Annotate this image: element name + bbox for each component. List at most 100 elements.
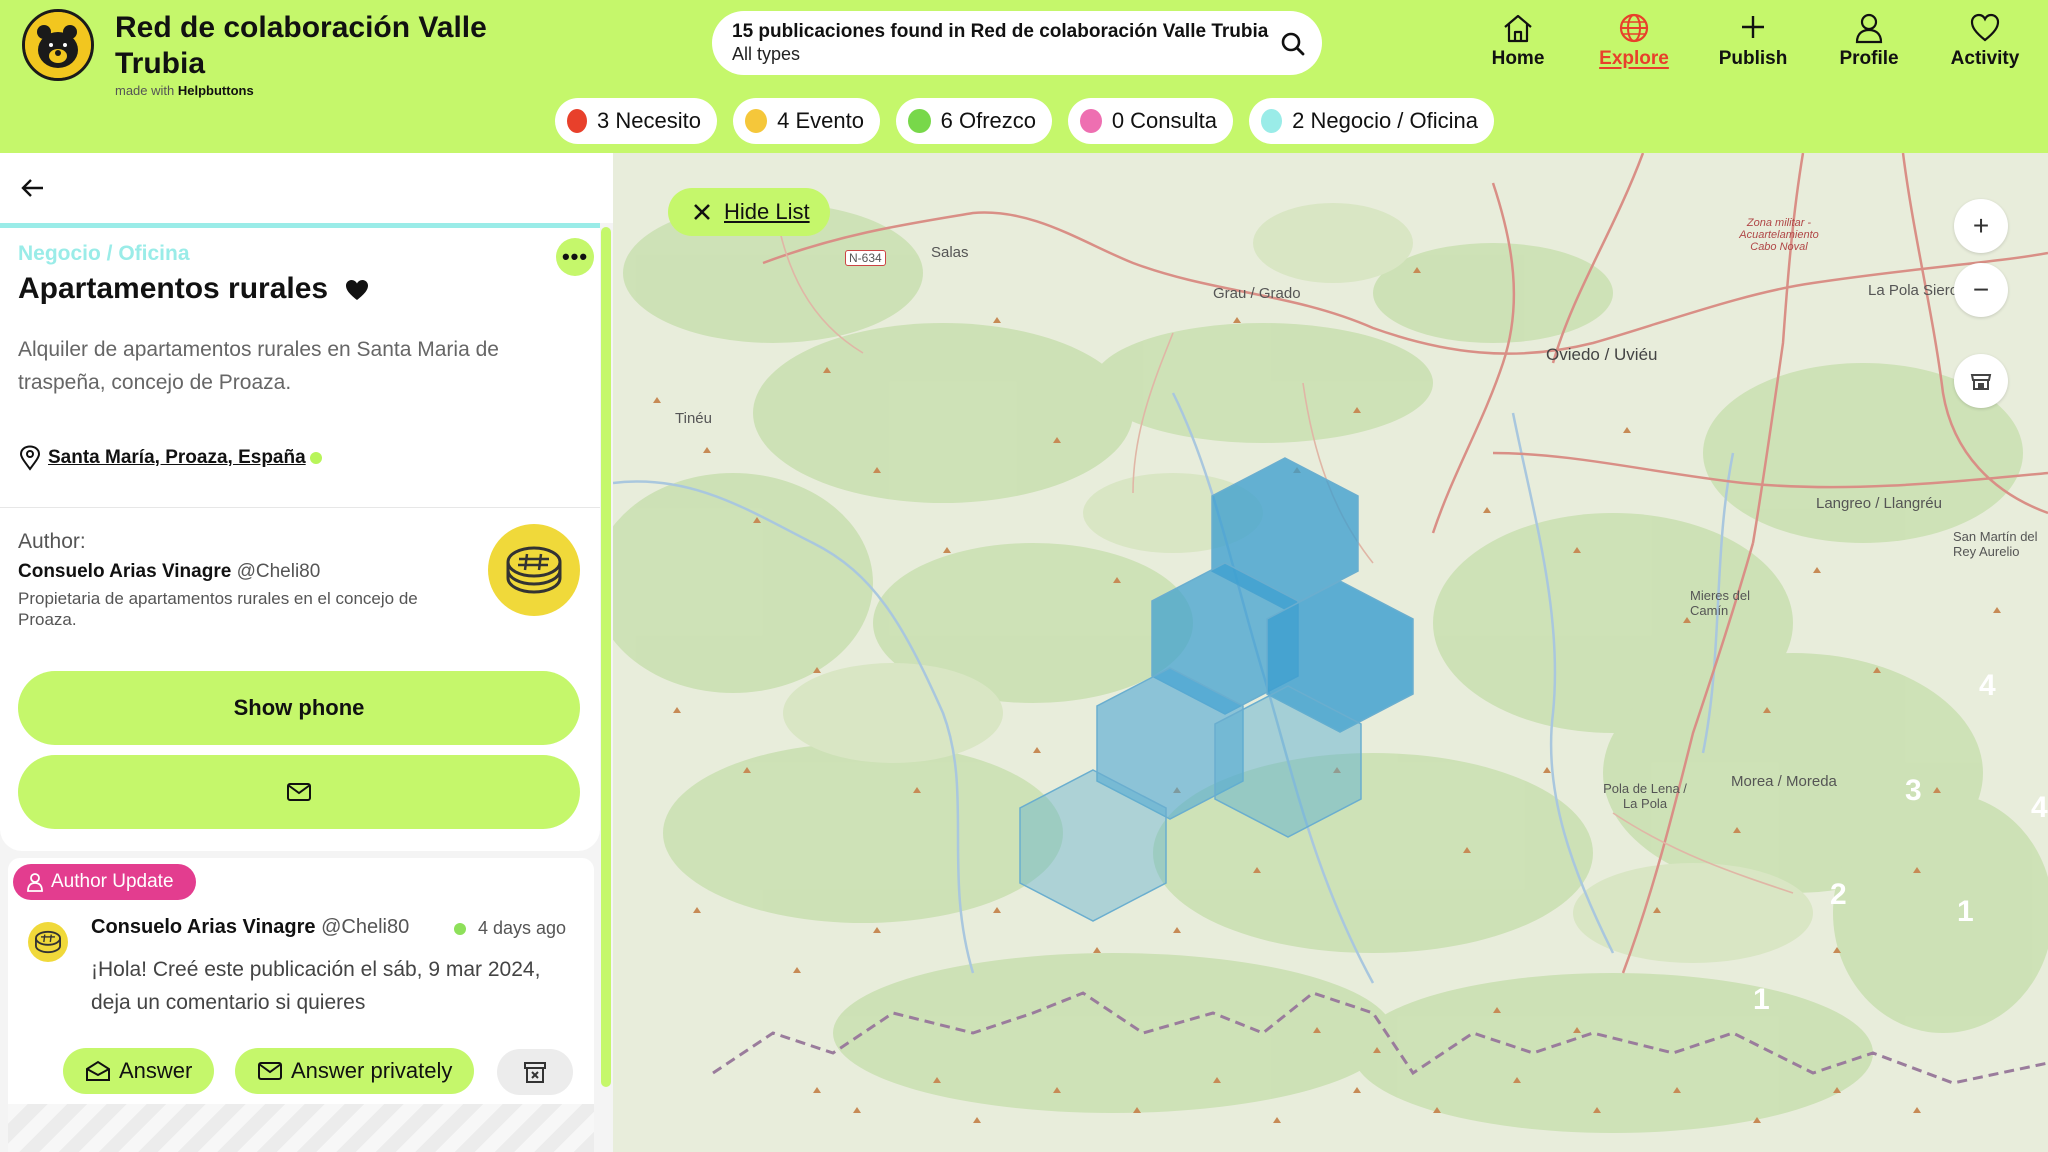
mail-icon — [287, 783, 311, 801]
terrain-map — [613, 153, 2048, 1152]
author-update-badge: Author Update — [13, 864, 196, 900]
zoom-out-icon: − — [1972, 274, 1990, 305]
filter-necesito[interactable]: 3 Necesito — [555, 98, 717, 144]
storefront-icon — [1970, 374, 1992, 390]
filter-consulta[interactable]: 0 Consulta — [1068, 98, 1233, 144]
made-with-prefix: made with — [115, 83, 175, 98]
more-options-button[interactable]: ••• — [556, 238, 594, 276]
map-place-tineu: Tinéu — [675, 410, 712, 427]
map-place-langreo: Langreo / Llangréu — [1816, 495, 1942, 512]
cluster-count-2[interactable]: 3 — [1905, 774, 1922, 808]
post-title-row: Apartamentos rurales — [18, 272, 370, 306]
map-place-mieres: Mieres del Camín — [1690, 588, 1750, 618]
zoom-in-button[interactable]: + — [1954, 199, 2008, 253]
map-place-oviedo: Oviedo / Uviéu — [1546, 345, 1658, 364]
update-message: ¡Hola! Creé este publicación el sáb, 9 m… — [91, 958, 541, 1014]
cluster-count-1[interactable]: 4 — [1979, 669, 1996, 703]
favorite-heart-icon[interactable] — [344, 278, 370, 302]
answer-privately-label: Answer privately — [291, 1058, 453, 1083]
author-update-label: Author Update — [51, 871, 174, 892]
nav-home-label: Home — [1491, 48, 1545, 69]
author-info[interactable]: Consuelo Arias Vinagre @Cheli80 — [18, 561, 320, 583]
hide-list-label: Hide List — [724, 199, 810, 224]
author-handle: @Cheli80 — [236, 561, 321, 582]
nav-explore[interactable]: Explore — [1594, 10, 1674, 76]
location-status-dot — [309, 452, 322, 464]
delete-update-button[interactable] — [497, 1049, 573, 1095]
bear-logo-icon — [25, 12, 91, 78]
nav-publish-label: Publish — [1718, 48, 1788, 69]
nav-publish[interactable]: Publish — [1715, 10, 1791, 76]
coin-stack-avatar-icon — [506, 546, 562, 594]
filter-negocio-oficina[interactable]: 2 Negocio / Oficina — [1249, 98, 1494, 144]
map-place-moreda: Morea / Moreda — [1731, 773, 1837, 790]
cluster-count-3[interactable]: 4 — [2031, 791, 2048, 825]
evento-color-dot — [745, 109, 768, 133]
delete-icon — [524, 1062, 546, 1083]
globe-icon — [1619, 13, 1649, 43]
search-bar[interactable]: 15 publicaciones found in Red de colabor… — [712, 11, 1322, 75]
made-with-brand[interactable]: Helpbuttons — [178, 83, 254, 98]
show-phone-button[interactable]: Show phone — [18, 671, 580, 745]
answer-button[interactable]: Answer — [63, 1048, 215, 1094]
post-category[interactable]: Negocio / Oficina — [18, 242, 190, 266]
answer-label: Answer — [119, 1058, 193, 1083]
post-title: Apartamentos rurales — [18, 272, 329, 305]
update-time-text: 4 days ago — [478, 918, 567, 938]
cluster-count-5[interactable]: 1 — [1957, 895, 1974, 929]
cluster-count-6[interactable]: 1 — [1753, 983, 1770, 1017]
update-author-avatar[interactable] — [28, 922, 68, 962]
logo[interactable] — [22, 9, 94, 81]
search-type-filter: All types — [732, 44, 801, 64]
author-bio: Propietaria de apartamentos rurales en e… — [18, 589, 418, 629]
hide-list-button[interactable]: Hide List — [668, 188, 830, 236]
filter-negocio-label: 2 Negocio / Oficina — [1292, 108, 1478, 133]
author-avatar[interactable] — [488, 524, 580, 616]
close-icon — [694, 204, 710, 220]
ofrezco-color-dot — [908, 109, 931, 133]
update-timestamp: 4 days ago — [454, 918, 566, 939]
zoom-out-button[interactable]: − — [1954, 263, 2008, 317]
update-author[interactable]: Consuelo Arias Vinagre @Cheli80 — [91, 916, 409, 939]
filter-ofrezco[interactable]: 6 Ofrezco — [896, 98, 1052, 144]
online-status-dot — [454, 922, 466, 935]
post-location[interactable]: Santa María, Proaza, España — [18, 445, 322, 471]
top-header: Red de colaboración Valle Trubia made wi… — [0, 0, 2048, 153]
location-link[interactable]: Santa María, Proaza, España — [48, 447, 306, 469]
nav-profile-label: Profile — [1839, 48, 1899, 69]
author-label: Author: — [18, 530, 86, 553]
panel-scrollbar[interactable] — [601, 227, 611, 1087]
nav-profile[interactable]: Profile — [1833, 10, 1905, 76]
send-message-button[interactable] — [18, 755, 580, 829]
consulta-color-dot — [1080, 109, 1102, 133]
map-place-san-martin: San Martín del Rey Aurelio — [1953, 529, 2038, 559]
map-place-salas: Salas — [931, 244, 969, 261]
necesito-color-dot — [567, 109, 588, 133]
nav-explore-label: Explore — [1599, 48, 1669, 69]
mail-icon — [258, 1062, 282, 1080]
answer-privately-button[interactable]: Answer privately — [235, 1048, 475, 1094]
filter-consulta-label: 0 Consulta — [1111, 108, 1217, 133]
network-title: Red de colaboración Valle Trubia — [115, 11, 487, 80]
open-mail-icon — [86, 1060, 110, 1081]
map-place-zona-militar: Zona militar - Acuartelamiento Cabo Nova… — [1739, 217, 1819, 253]
cluster-count-4[interactable]: 2 — [1830, 878, 1847, 912]
search-icon[interactable] — [1278, 29, 1308, 59]
map-place-pola-siero: La Pola Siero — [1868, 282, 1959, 299]
post-description: Alquiler de apartamentos rurales en Sant… — [18, 338, 499, 394]
map-view[interactable]: 4 3 4 2 1 1 Salas N-634 Grau / Grado Ovi… — [613, 153, 2048, 1152]
filter-ofrezco-label: 6 Ofrezco — [940, 108, 1036, 133]
map-layers-button[interactable] — [1954, 354, 2008, 408]
back-arrow-icon[interactable] — [18, 173, 48, 203]
filter-evento[interactable]: 4 Evento — [733, 98, 880, 144]
author-name: Consuelo Arias Vinagre — [18, 561, 232, 582]
heart-outline-icon — [1970, 13, 2000, 42]
home-icon — [1504, 14, 1532, 43]
search-summary: 15 publicaciones found in Red de colabor… — [732, 21, 1269, 42]
nav-home[interactable]: Home — [1490, 10, 1546, 76]
nav-activity[interactable]: Activity — [1948, 10, 2022, 76]
map-place-grau: Grau / Grado — [1213, 285, 1301, 302]
next-comment-placeholder — [8, 1104, 594, 1152]
update-author-name: Consuelo Arias Vinagre — [91, 916, 316, 938]
post-detail-panel: Negocio / Oficina ••• Apartamentos rural… — [0, 153, 613, 1152]
